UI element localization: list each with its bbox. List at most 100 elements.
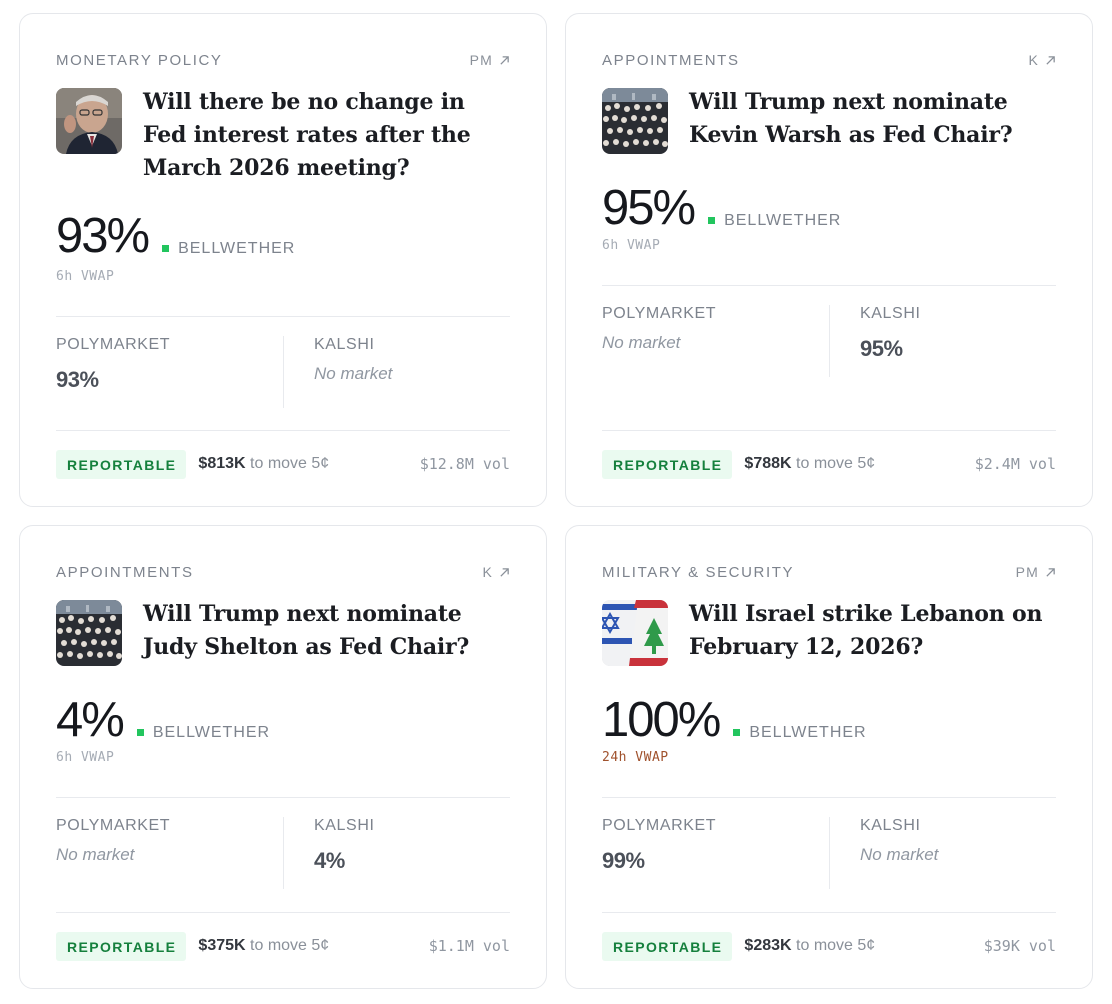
move-cost: $283K to move 5¢ xyxy=(744,937,875,955)
market-grid: MONETARY POLICY PM Will there be no chan… xyxy=(19,13,1093,989)
source-label: K xyxy=(1028,52,1039,68)
polymarket-label: POLYMARKET xyxy=(602,305,717,322)
vwap-label: 6h VWAP xyxy=(602,238,661,253)
bellwether-tag: BELLWETHER xyxy=(733,724,866,742)
kalshi-label: KALSHI xyxy=(860,817,921,834)
market-question: Will Trump next nominate Judy Shelton as… xyxy=(143,601,470,660)
market-thumbnail xyxy=(56,88,122,154)
external-arrow-icon xyxy=(500,55,509,65)
external-arrow-icon xyxy=(1046,55,1055,65)
market-card[interactable]: MILITARY & SECURITY PM Will Israel strik… xyxy=(565,525,1093,989)
category-label: MONETARY POLICY xyxy=(56,52,223,69)
external-arrow-icon xyxy=(1046,567,1055,577)
market-sources: POLYMARKET No market KALSHI 4% xyxy=(56,817,510,889)
reportable-badge: REPORTABLE xyxy=(56,931,187,961)
vwap-label: 24h VWAP xyxy=(602,750,669,765)
kalshi-column: KALSHI No market xyxy=(829,817,1056,889)
volume-label: $1.1M vol xyxy=(428,937,510,955)
polymarket-label: POLYMARKET xyxy=(602,817,717,834)
divider xyxy=(56,912,510,913)
kalshi-value: No market xyxy=(314,364,393,383)
polymarket-column: POLYMARKET No market xyxy=(602,305,829,377)
source-link[interactable]: K xyxy=(1028,52,1056,68)
source-label: PM xyxy=(1015,564,1039,580)
divider xyxy=(602,797,1056,798)
bellwether-label: BELLWETHER xyxy=(724,211,842,229)
move-text: to move 5¢ xyxy=(796,937,876,954)
market-question: Will Trump next nominate Kevin Warsh as … xyxy=(689,89,1013,148)
market-thumbnail xyxy=(56,600,122,666)
market-sources: POLYMARKET 99% KALSHI No market xyxy=(602,817,1056,889)
polymarket-value: 99% xyxy=(602,848,645,873)
polymarket-value: No market xyxy=(602,333,681,352)
bellwether-dot-icon xyxy=(733,729,741,736)
divider xyxy=(56,430,510,431)
move-text: to move 5¢ xyxy=(250,937,330,954)
reportable-badge: REPORTABLE xyxy=(602,449,733,479)
polymarket-column: POLYMARKET 99% xyxy=(602,817,829,889)
bellwether-dot-icon xyxy=(708,217,716,224)
market-question: Will Israel strike Lebanon on February 1… xyxy=(689,601,1043,660)
source-link[interactable]: K xyxy=(482,564,510,580)
source-label: K xyxy=(482,564,493,580)
kalshi-value: No market xyxy=(860,845,939,864)
probability-value: 4% xyxy=(56,693,125,747)
kalshi-column: KALSHI No market xyxy=(283,336,510,408)
vwap-label: 6h VWAP xyxy=(56,750,115,765)
polymarket-column: POLYMARKET No market xyxy=(56,817,283,889)
card-footer: REPORTABLE $813K to move 5¢ $12.8M vol xyxy=(56,449,510,479)
polymarket-column: POLYMARKET 93% xyxy=(56,336,283,408)
reportable-badge: REPORTABLE xyxy=(602,931,733,961)
probability-value: 93% xyxy=(56,209,150,263)
move-amount: $375K xyxy=(198,937,246,954)
move-cost: $813K to move 5¢ xyxy=(198,455,329,473)
market-card[interactable]: APPOINTMENTS K Will Trump next nominate … xyxy=(565,13,1093,507)
probability-row: 100% BELLWETHER xyxy=(602,696,867,745)
bellwether-label: BELLWETHER xyxy=(152,723,271,741)
market-thumbnail xyxy=(602,600,668,666)
bellwether-tag: BELLWETHER xyxy=(136,723,271,742)
volume-label: $12.8M vol xyxy=(419,455,510,473)
volume-label: $2.4M vol xyxy=(974,455,1056,473)
divider xyxy=(602,430,1056,431)
card-footer: REPORTABLE $788K to move 5¢ $2.4M vol xyxy=(602,449,1056,479)
card-footer: REPORTABLE $375K to move 5¢ $1.1M vol xyxy=(56,931,510,961)
source-link[interactable]: PM xyxy=(470,52,510,68)
bellwether-dot-icon xyxy=(136,729,144,736)
probability-row: 4% BELLWETHER xyxy=(56,696,270,745)
market-thumbnail xyxy=(602,88,668,154)
move-cost: $375K to move 5¢ xyxy=(198,937,329,955)
market-question: Will there be no change in Fed interest … xyxy=(143,89,471,181)
polymarket-value: No market xyxy=(56,845,135,864)
market-card[interactable]: MONETARY POLICY PM Will there be no chan… xyxy=(19,13,547,507)
market-sources: POLYMARKET 93% KALSHI No market xyxy=(56,336,510,408)
kalshi-column: KALSHI 95% xyxy=(829,305,1056,377)
card-footer: REPORTABLE $283K to move 5¢ $39K vol xyxy=(602,931,1056,961)
move-amount: $788K xyxy=(744,455,792,472)
probability-row: 95% BELLWETHER xyxy=(602,184,841,233)
move-cost: $788K to move 5¢ xyxy=(744,455,875,473)
move-text: to move 5¢ xyxy=(796,455,876,472)
reportable-badge: REPORTABLE xyxy=(56,449,187,479)
market-sources: POLYMARKET No market KALSHI 95% xyxy=(602,305,1056,377)
vwap-label: 6h VWAP xyxy=(56,269,115,284)
probability-row: 93% BELLWETHER xyxy=(56,212,295,261)
bellwether-label: BELLWETHER xyxy=(749,723,867,741)
market-card[interactable]: APPOINTMENTS K Will Trump next nominate … xyxy=(19,525,547,989)
kalshi-label: KALSHI xyxy=(314,817,375,834)
kalshi-value: 95% xyxy=(860,336,903,361)
external-arrow-icon xyxy=(500,567,509,577)
source-label: PM xyxy=(469,52,493,68)
probability-value: 95% xyxy=(602,181,696,235)
source-link[interactable]: PM xyxy=(1016,564,1056,580)
category-label: APPOINTMENTS xyxy=(602,52,740,69)
divider xyxy=(56,797,510,798)
divider xyxy=(56,316,510,317)
divider xyxy=(602,285,1056,286)
kalshi-label: KALSHI xyxy=(314,336,375,353)
probability-value: 100% xyxy=(602,693,721,747)
kalshi-column: KALSHI 4% xyxy=(283,817,510,889)
bellwether-dot-icon xyxy=(162,245,170,252)
volume-label: $39K vol xyxy=(983,937,1056,955)
bellwether-tag: BELLWETHER xyxy=(708,212,841,230)
